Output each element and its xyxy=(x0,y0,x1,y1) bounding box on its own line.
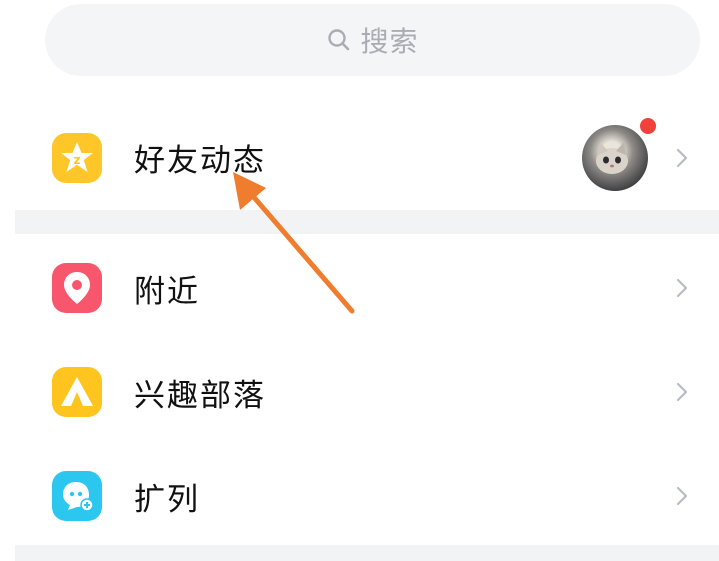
menu-item-friends-feed[interactable]: z 好友动态 xyxy=(0,105,719,205)
menu-item-label: 好友动态 xyxy=(134,143,266,179)
menu-item-label: 附近 xyxy=(134,274,200,310)
section-divider xyxy=(15,210,719,234)
search-placeholder: 搜索 xyxy=(360,25,419,58)
search-bar[interactable]: 搜索 xyxy=(45,4,700,76)
friend-avatar xyxy=(582,125,648,191)
location-pin-icon xyxy=(52,263,102,313)
qzone-star-icon: z xyxy=(52,133,102,183)
menu-item-label: 扩列 xyxy=(134,482,200,518)
menu-item-interest-tribe[interactable]: 兴趣部落 xyxy=(0,342,719,442)
chevron-right-icon xyxy=(676,148,688,168)
search-icon xyxy=(328,29,350,51)
svg-text:z: z xyxy=(74,153,81,167)
menu-item-expand-list[interactable]: 扩列 xyxy=(0,446,719,546)
section-divider xyxy=(15,545,719,561)
menu-item-label: 兴趣部落 xyxy=(134,378,266,414)
tent-icon xyxy=(52,367,102,417)
chevron-right-icon xyxy=(676,382,688,402)
face-plus-icon xyxy=(52,471,102,521)
notification-dot xyxy=(638,116,658,136)
chevron-right-icon xyxy=(676,278,688,298)
chevron-right-icon xyxy=(676,486,688,506)
menu-item-nearby[interactable]: 附近 xyxy=(0,238,719,338)
